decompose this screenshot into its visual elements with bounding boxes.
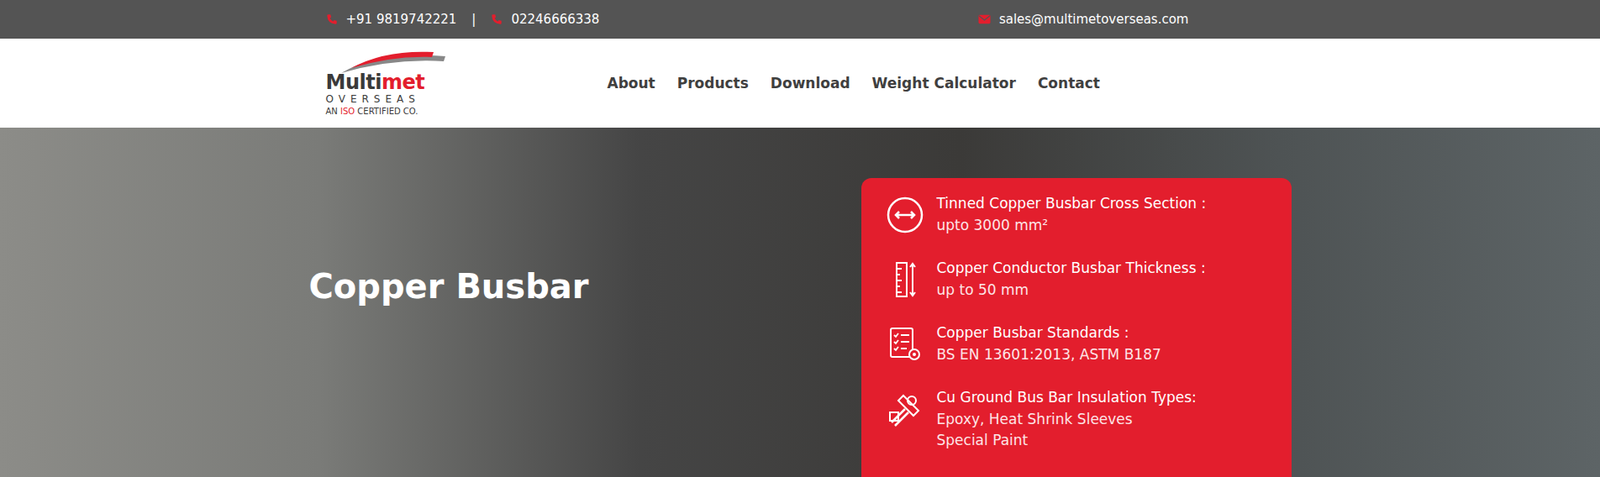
spec-row: Copper Busbar Standards :BS EN 13601:201… (886, 322, 1275, 379)
checklist-gear-icon (886, 326, 924, 364)
phone-list: +91 9819742221 | 02246666338 (326, 11, 600, 27)
logo-tagline: AN ISO CERTIFIED CO. (326, 105, 448, 117)
logo-name: Multimet (326, 71, 448, 94)
phone-icon (326, 13, 338, 26)
phone-icon (490, 13, 503, 26)
nav-item[interactable]: Products (677, 74, 749, 92)
spec-label: Copper Conductor Busbar Thickness : (936, 257, 1206, 280)
spec-label: Tinned Copper Busbar Cross Section : (936, 193, 1207, 216)
spec-value: Special Paint (936, 430, 1197, 453)
spec-value: BS EN 13601:2013, ASTM B187 (936, 344, 1162, 367)
header: MultimetOVERSEASAN ISO CERTIFIED CO. Abou… (0, 38, 1600, 128)
spec-row: Tinned Copper Busbar Cross Section :upto… (886, 193, 1275, 250)
spec-text: Tinned Copper Busbar Cross Section :upto… (936, 193, 1207, 237)
envelope-icon (978, 14, 991, 25)
phone-link[interactable]: +91 9819742221 (326, 11, 458, 27)
arrow-circle-icon (886, 196, 924, 234)
tools-icon (886, 390, 924, 428)
nav-item[interactable]: Weight Calculator (872, 74, 1016, 92)
nav-item[interactable]: Contact (1037, 74, 1100, 92)
spec-value: upto 3000 mm² (936, 215, 1207, 237)
spec-label: Cu Ground Bus Bar Insulation Types: (936, 387, 1197, 410)
spec-text: Copper Busbar Standards :BS EN 13601:201… (936, 322, 1162, 366)
phone-link[interactable]: 02246666338 (490, 11, 600, 27)
main-nav: About Products Download Weight Calculator Co… (607, 74, 1100, 92)
spec-text: Copper Conductor Busbar Thickness :up to… (936, 257, 1206, 301)
spec-value: Epoxy, Heat Shrink Sleeves (936, 409, 1197, 432)
page: +91 9819742221 | 02246666338 sales@multimet… (0, 0, 1600, 477)
nav-item[interactable]: About (607, 74, 656, 92)
spec-value: up to 50 mm (936, 279, 1206, 302)
nav-item[interactable]: Download (770, 74, 851, 92)
logo-sub: OVERSEAS (326, 93, 448, 107)
hero: Copper Busbar Tinned Copper Busbar Cross … (0, 127, 1600, 477)
spec-row: Cu Ground Bus Bar Insulation Types:Epoxy… (886, 387, 1275, 453)
email-link[interactable]: sales@multimetoverseas.com (978, 11, 1190, 27)
spec-row: Copper Conductor Busbar Thickness :up to… (886, 257, 1275, 315)
spec-label: Copper Busbar Standards : (936, 322, 1162, 345)
spec-card: Tinned Copper Busbar Cross Section :upto… (861, 178, 1292, 477)
hero-title: Copper Busbar (309, 267, 590, 306)
spec-text: Cu Ground Bus Bar Insulation Types:Epoxy… (936, 387, 1197, 453)
ruler-icon (886, 261, 924, 299)
hero-photo (0, 127, 1600, 477)
logo[interactable]: MultimetOVERSEASAN ISO CERTIFIED CO. (326, 49, 448, 118)
top-bar: +91 9819742221 | 02246666338 sales@multimet… (0, 0, 1600, 39)
separator: | (471, 11, 476, 27)
